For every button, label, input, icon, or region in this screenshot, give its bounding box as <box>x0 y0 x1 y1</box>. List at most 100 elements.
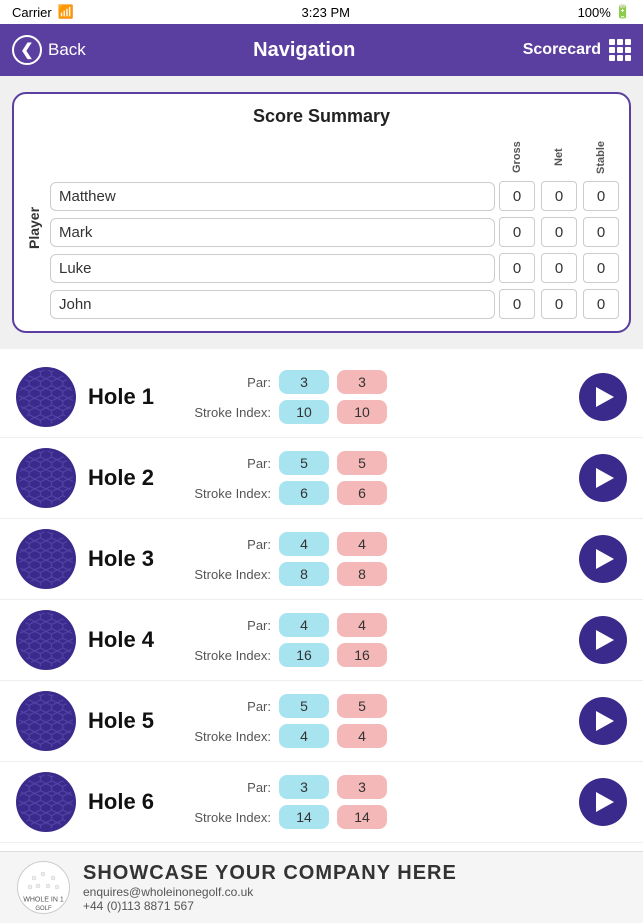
golf-ball-icon: WHOLE IN 1 GOLF <box>16 860 71 915</box>
hole-icon <box>16 691 76 751</box>
player-column-label: Player <box>24 137 44 319</box>
play-button[interactable] <box>579 778 627 826</box>
stroke-index-row: Stroke Index: 14 14 <box>186 805 567 829</box>
score-summary: Score Summary Player Gross Net Stable 0 … <box>12 92 631 333</box>
hole-name: Hole 5 <box>88 708 178 734</box>
player-name-input[interactable] <box>50 218 495 247</box>
svg-text:GOLF: GOLF <box>35 906 52 912</box>
player-scores: 0 0 0 <box>499 253 619 283</box>
player-name-input[interactable] <box>50 290 495 319</box>
par-label: Par: <box>186 780 271 795</box>
player-row: 0 0 0 <box>50 217 619 247</box>
play-triangle-icon <box>596 387 614 407</box>
stroke-index-value-pink: 8 <box>337 562 387 586</box>
hole-stats: Par: 4 4 Stroke Index: 16 16 <box>186 613 567 667</box>
play-triangle-icon <box>596 468 614 488</box>
status-right: 100% 🔋 <box>578 4 631 20</box>
stroke-index-value-blue: 4 <box>279 724 329 748</box>
scorecard-button[interactable]: Scorecard <box>523 39 631 61</box>
par-label: Par: <box>186 456 271 471</box>
wifi-icon: 📶 <box>58 4 74 20</box>
carrier-label: Carrier <box>12 5 52 20</box>
stroke-index-row: Stroke Index: 8 8 <box>186 562 567 586</box>
par-value-blue: 3 <box>279 370 329 394</box>
stable-score: 0 <box>583 253 619 283</box>
hole-row: Hole 1 Par: 3 3 Stroke Index: 10 10 <box>0 357 643 438</box>
par-row: Par: 3 3 <box>186 775 567 799</box>
back-button[interactable]: ❮ Back <box>12 35 86 65</box>
hole-icon <box>16 367 76 427</box>
hole-row: Hole 4 Par: 4 4 Stroke Index: 16 16 <box>0 600 643 681</box>
hole-icon <box>16 610 76 670</box>
hole-name: Hole 1 <box>88 384 178 410</box>
par-label: Par: <box>186 618 271 633</box>
stroke-index-value-pink: 16 <box>337 643 387 667</box>
play-button[interactable] <box>579 373 627 421</box>
back-circle-icon: ❮ <box>12 35 42 65</box>
play-triangle-icon <box>596 630 614 650</box>
hole-icon <box>16 772 76 832</box>
hole-name: Hole 3 <box>88 546 178 572</box>
par-row: Par: 5 5 <box>186 451 567 475</box>
stroke-index-label: Stroke Index: <box>186 567 271 582</box>
player-scores: 0 0 0 <box>499 289 619 319</box>
par-value-blue: 4 <box>279 532 329 556</box>
hole-stats: Par: 3 3 Stroke Index: 14 14 <box>186 775 567 829</box>
stroke-index-value-pink: 14 <box>337 805 387 829</box>
stroke-index-value-blue: 6 <box>279 481 329 505</box>
par-value-blue: 5 <box>279 451 329 475</box>
stroke-index-value-blue: 8 <box>279 562 329 586</box>
stroke-index-value-blue: 10 <box>279 400 329 424</box>
par-label: Par: <box>186 375 271 390</box>
play-triangle-icon <box>596 711 614 731</box>
status-bar: Carrier 📶 3:23 PM 100% 🔋 <box>0 0 643 24</box>
hole-name: Hole 2 <box>88 465 178 491</box>
net-score: 0 <box>541 181 577 211</box>
play-button[interactable] <box>579 697 627 745</box>
play-triangle-icon <box>596 792 614 812</box>
score-table: Gross Net Stable 0 0 0 0 0 0 0 0 0 <box>50 137 619 319</box>
stroke-index-label: Stroke Index: <box>186 729 271 744</box>
player-scores: 0 0 0 <box>499 181 619 211</box>
stroke-index-value-pink: 6 <box>337 481 387 505</box>
stroke-index-value-blue: 14 <box>279 805 329 829</box>
stroke-index-label: Stroke Index: <box>186 405 271 420</box>
stroke-index-value-pink: 10 <box>337 400 387 424</box>
hole-row: Hole 2 Par: 5 5 Stroke Index: 6 6 <box>0 438 643 519</box>
par-value-pink: 4 <box>337 613 387 637</box>
par-row: Par: 4 4 <box>186 532 567 556</box>
player-row: 0 0 0 <box>50 289 619 319</box>
par-value-pink: 3 <box>337 775 387 799</box>
player-row: 0 0 0 <box>50 181 619 211</box>
stroke-index-value-pink: 4 <box>337 724 387 748</box>
hole-row: Hole 5 Par: 5 5 Stroke Index: 4 4 <box>0 681 643 762</box>
hole-stats: Par: 5 5 Stroke Index: 6 6 <box>186 451 567 505</box>
play-button[interactable] <box>579 535 627 583</box>
svg-text:WHOLE IN 1: WHOLE IN 1 <box>23 896 64 903</box>
par-value-blue: 3 <box>279 775 329 799</box>
par-value-pink: 3 <box>337 370 387 394</box>
stable-score: 0 <box>583 217 619 247</box>
hole-name: Hole 4 <box>88 627 178 653</box>
nav-bar: ❮ Back Navigation Scorecard <box>0 24 643 76</box>
stroke-index-row: Stroke Index: 16 16 <box>186 643 567 667</box>
back-label: Back <box>48 40 86 60</box>
play-triangle-icon <box>596 549 614 569</box>
score-table-wrapper: Player Gross Net Stable 0 0 0 0 0 0 <box>24 137 619 319</box>
par-value-blue: 5 <box>279 694 329 718</box>
play-button[interactable] <box>579 454 627 502</box>
par-label: Par: <box>186 699 271 714</box>
time-label: 3:23 PM <box>302 5 350 20</box>
hole-icon <box>16 448 76 508</box>
nav-title: Navigation <box>253 39 355 62</box>
stable-score: 0 <box>583 181 619 211</box>
stroke-index-value-blue: 16 <box>279 643 329 667</box>
play-button[interactable] <box>579 616 627 664</box>
gross-score: 0 <box>499 181 535 211</box>
player-scores: 0 0 0 <box>499 217 619 247</box>
hole-icon <box>16 529 76 589</box>
player-name-input[interactable] <box>50 182 495 211</box>
stroke-index-row: Stroke Index: 4 4 <box>186 724 567 748</box>
par-value-pink: 5 <box>337 451 387 475</box>
player-name-input[interactable] <box>50 254 495 283</box>
